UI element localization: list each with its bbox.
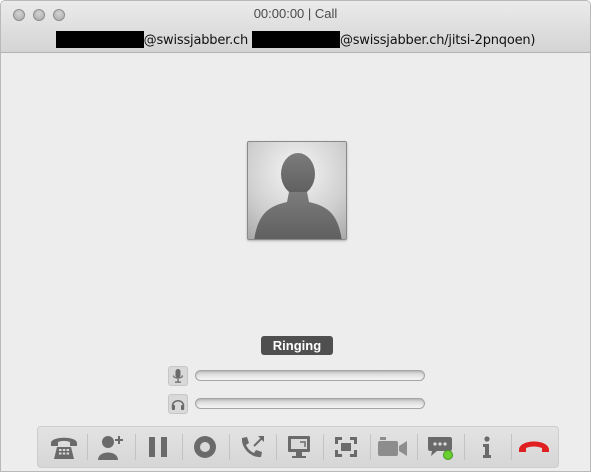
record-button[interactable] (183, 427, 227, 467)
add-participant-button[interactable] (89, 427, 133, 467)
microphone-level-meter (195, 370, 425, 381)
desktop-share-icon (288, 436, 310, 458)
fullscreen-button[interactable] (324, 427, 368, 467)
hold-button[interactable] (136, 427, 180, 467)
desktop-share-button[interactable] (277, 427, 321, 467)
hangup-icon (519, 441, 549, 452)
info-button[interactable] (465, 427, 509, 467)
avatar (247, 141, 347, 240)
microphone-icon[interactable] (168, 366, 188, 386)
transfer-call-button[interactable] (230, 427, 274, 467)
video-icon (378, 437, 407, 456)
record-icon (194, 436, 216, 458)
call-toolbar (37, 426, 559, 468)
participant-domain: @swissjabber.ch (143, 33, 249, 48)
dialpad-icon (51, 437, 77, 459)
info-icon (483, 436, 491, 458)
dialpad-button[interactable] (42, 427, 86, 467)
call-window: 00:00:00 | Call @swissjabber.ch @swissja… (0, 0, 591, 472)
chat-icon (428, 437, 453, 460)
participant-resource: @swissjabber.ch/jitsi-2pnqoen) (339, 33, 536, 48)
transfer-call-icon (241, 436, 264, 458)
chat-button[interactable] (418, 427, 462, 467)
toolbar-divider (87, 434, 88, 460)
speaker-level-meter (195, 398, 425, 409)
pause-icon (149, 437, 167, 457)
status-badge: Ringing (261, 336, 333, 355)
redacted-name (251, 31, 340, 48)
fullscreen-icon (335, 437, 357, 457)
title-bar[interactable]: 00:00:00 | Call @swissjabber.ch @swissja… (1, 1, 590, 53)
hangup-button[interactable] (512, 427, 556, 467)
window-title: 00:00:00 | Call (253, 6, 338, 21)
video-button[interactable] (371, 427, 415, 467)
headphones-icon[interactable] (168, 394, 188, 414)
add-participant-icon (98, 436, 123, 460)
call-participants: @swissjabber.ch @swissjabber.ch/jitsi-2p… (1, 31, 590, 48)
redacted-name (55, 31, 144, 48)
person-silhouette-icon (254, 153, 342, 239)
